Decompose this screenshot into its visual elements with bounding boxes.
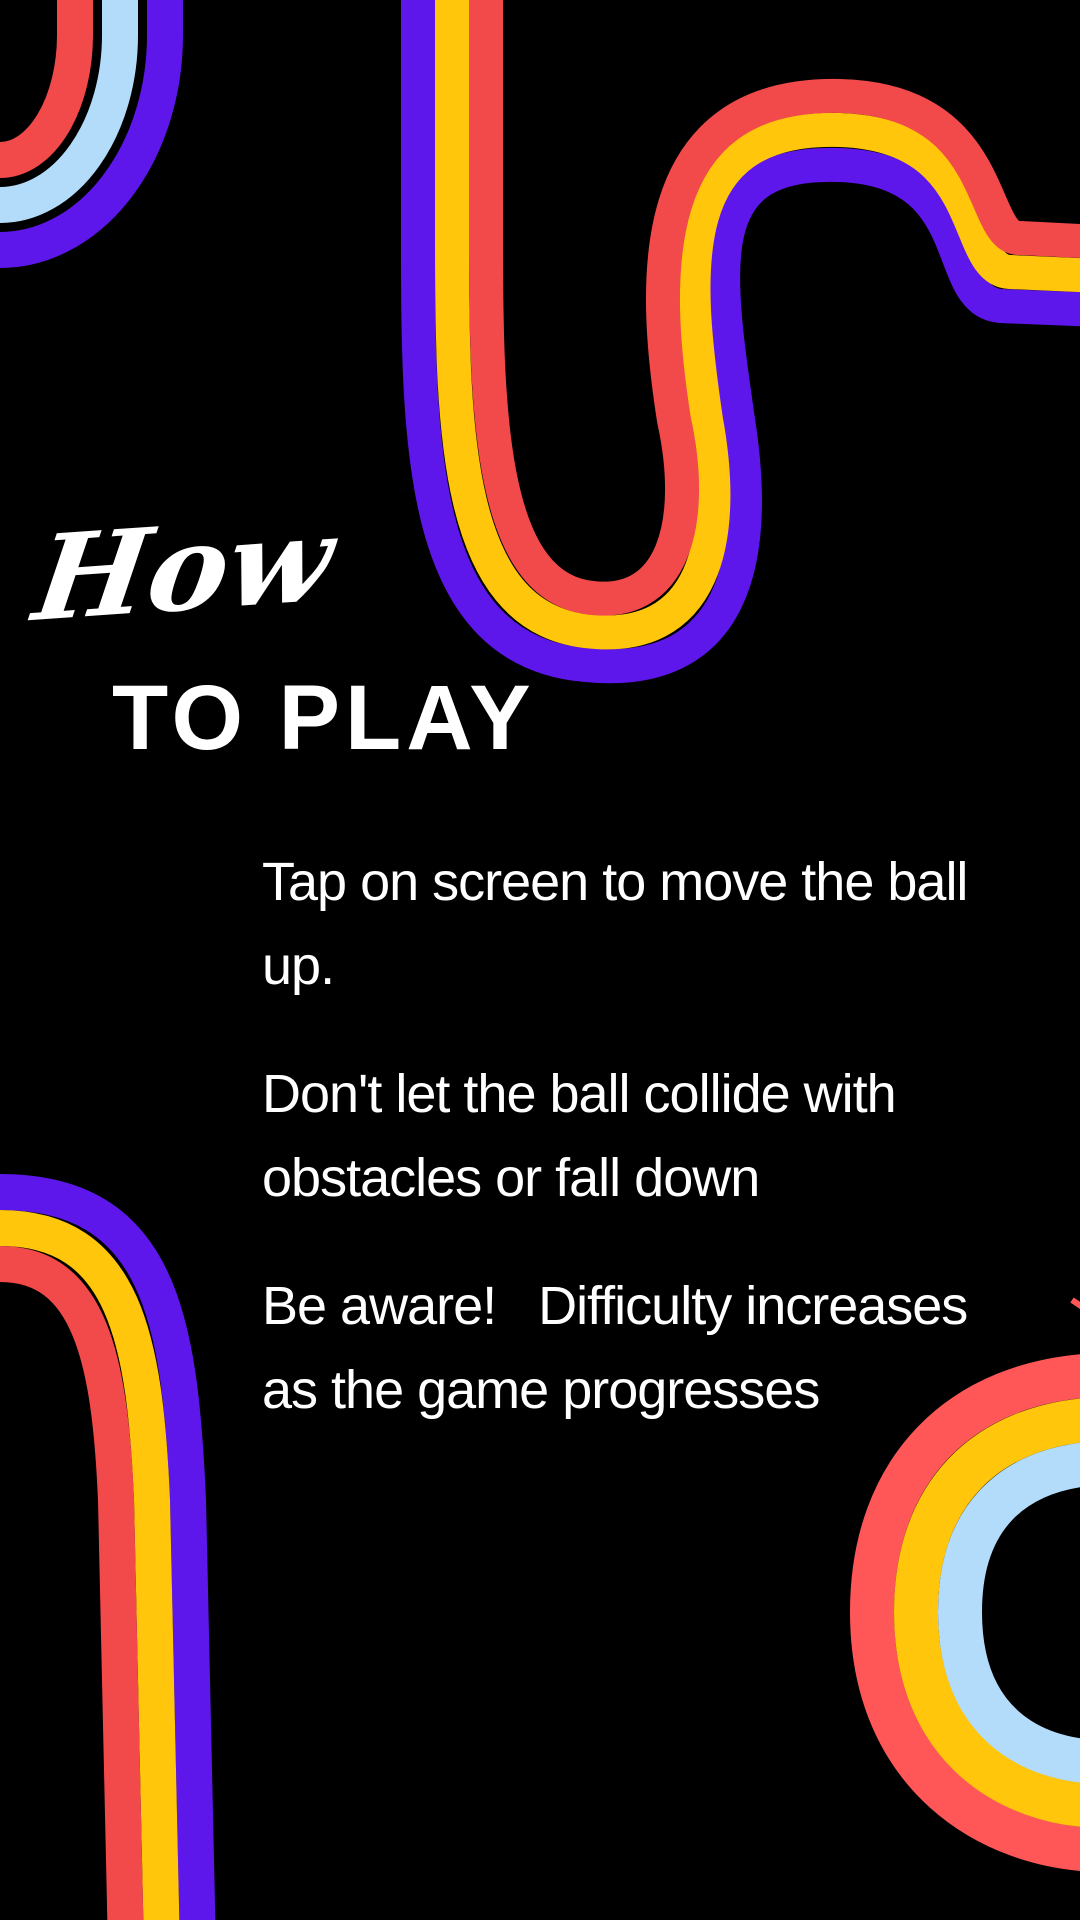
instruction-difficulty: Be aware! Difficulty increases as the ga…: [262, 1276, 982, 1420]
stripe-red: [0, 0, 93, 178]
bottom-left-rainbow-arc: [0, 1174, 216, 1920]
instruction-avoid-collision: Don't let the ball collide with obstacle…: [262, 1064, 910, 1208]
top-center-rainbow-wave: [401, 0, 1080, 684]
stripe-light-blue: [938, 1442, 1080, 1783]
top-left-rainbow-arc: [0, 0, 183, 268]
stripe-corner-tip: [1070, 1297, 1080, 1309]
title-script-how: How: [26, 488, 342, 648]
stripe-red: [0, 1246, 144, 1920]
instructions-list: Tap on screen to move the ball up. Don't…: [262, 840, 982, 1476]
title-to-play: TO PLAY: [112, 667, 536, 769]
instruction-tap: Tap on screen to move the ball up.: [262, 852, 982, 996]
